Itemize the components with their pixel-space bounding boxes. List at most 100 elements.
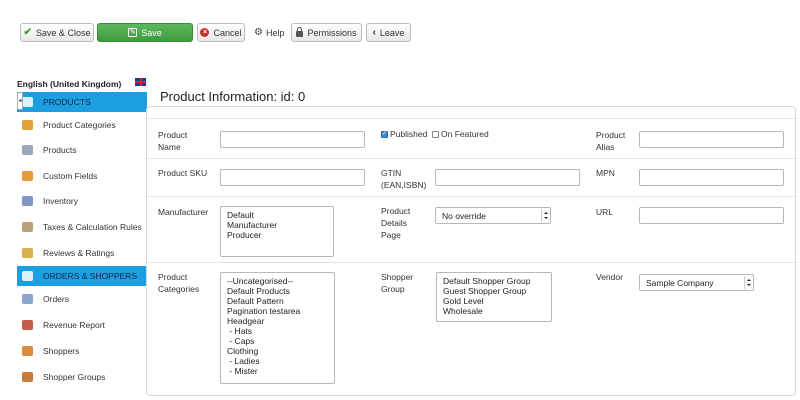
list-item[interactable]: Guest Shopper Group	[443, 286, 545, 296]
shopper-group-listbox[interactable]: Default Shopper Group Guest Shopper Grou…	[436, 272, 552, 322]
sidebar-item-products-list[interactable]: Products	[17, 140, 147, 160]
sidebar-item-inventory[interactable]: Inventory	[17, 191, 147, 211]
sidebar-item-label: Inventory	[43, 196, 78, 206]
sidebar-item-products[interactable]: PRODUCTS	[17, 92, 147, 112]
list-item[interactable]: - Ladies	[227, 356, 328, 366]
orders-shoppers-icon	[22, 271, 33, 281]
on-featured-checkbox[interactable]: On Featured	[432, 129, 489, 139]
product-details-page-select[interactable]: No override	[435, 207, 551, 224]
orders-icon	[22, 294, 33, 304]
product-categories-label: Product Categories	[158, 272, 200, 294]
chart-icon	[22, 320, 33, 330]
list-item[interactable]: Clothing	[227, 346, 328, 356]
products-icon	[22, 97, 33, 107]
cancel-icon: ×	[200, 28, 210, 37]
sidebar-item-custom-fields[interactable]: Custom Fields	[17, 166, 147, 186]
sidebar-item-shopper-groups[interactable]: Shopper Groups	[17, 367, 147, 387]
manufacturer-listbox[interactable]: Default Manufacturer Producer	[220, 206, 334, 257]
save-label: Save	[141, 27, 162, 38]
product-alias-input[interactable]	[639, 131, 784, 148]
divider	[147, 158, 795, 159]
shopper-groups-icon	[22, 372, 33, 382]
published-checkbox[interactable]: ✓ Published	[381, 129, 427, 139]
on-featured-check-icon	[432, 130, 439, 138]
chevron-updown-icon	[541, 209, 549, 222]
list-item[interactable]: Default Products	[227, 286, 328, 296]
list-item[interactable]: --Uncategorised--	[227, 276, 328, 286]
sidebar-item-shoppers[interactable]: Shoppers	[17, 341, 147, 361]
list-item[interactable]: Default Pattern	[227, 296, 328, 306]
reviews-icon	[22, 248, 33, 258]
product-name-input[interactable]	[220, 131, 365, 148]
list-item[interactable]: Default Shopper Group	[443, 276, 545, 286]
divider	[147, 196, 795, 197]
sidebar-item-label: Reviews & Ratings	[43, 248, 115, 258]
sidebar-item-label: Product Categories	[43, 120, 116, 130]
cancel-button[interactable]: × Cancel	[197, 23, 245, 42]
divider	[147, 262, 795, 263]
sidebar-item-label: ORDERS & SHOPPERS	[43, 271, 137, 281]
sidebar-item-label: Revenue Report	[43, 320, 105, 330]
permissions-label: Permissions	[307, 27, 357, 38]
permissions-button[interactable]: Permissions	[291, 23, 362, 42]
list-item[interactable]: Wholesale	[443, 306, 545, 316]
chevron-updown-icon	[744, 276, 752, 289]
sidebar-item-label: Products	[43, 145, 77, 155]
list-item[interactable]: Headgear	[227, 316, 328, 326]
leave-button[interactable]: ‹ Leave	[366, 23, 411, 42]
help-button[interactable]: ⚙ Help	[254, 23, 284, 42]
shopper-group-label: Shopper Group	[381, 272, 414, 294]
uk-flag-icon[interactable]	[135, 78, 146, 86]
lock-icon	[296, 27, 304, 37]
gtin-input[interactable]	[435, 169, 580, 186]
list-item[interactable]: - Caps	[227, 336, 328, 346]
folder-icon	[22, 120, 33, 130]
check-icon: ✔	[23, 27, 32, 38]
leave-label: Leave	[379, 27, 405, 38]
published-check-icon: ✓	[381, 130, 388, 138]
sidebar-item-orders-shoppers[interactable]: ORDERS & SHOPPERS	[17, 266, 147, 286]
list-item[interactable]: - Mister	[227, 366, 328, 376]
save-close-button[interactable]: ✔ Save & Close	[20, 23, 94, 42]
mpn-label: MPN	[596, 168, 615, 178]
sidebar-item-taxes[interactable]: Taxes & Calculation Rules	[17, 217, 147, 237]
select-value: Sample Company	[646, 277, 714, 288]
product-name-label: Product Name	[158, 130, 188, 152]
product-categories-listbox[interactable]: --Uncategorised-- Default Products Defau…	[220, 272, 335, 384]
sidebar-item-label: Custom Fields	[43, 171, 98, 181]
sidebar-item-orders[interactable]: Orders	[17, 289, 147, 309]
save-button[interactable]: ✎ Save	[97, 23, 193, 42]
product-sku-input[interactable]	[220, 169, 365, 186]
product-alias-label: Product Alias	[596, 130, 626, 152]
sidebar-collapse-handle[interactable]: ◂	[17, 92, 23, 110]
list-item[interactable]: Producer	[227, 230, 327, 240]
inventory-icon	[22, 196, 33, 206]
chevron-left-icon: ‹	[372, 27, 376, 38]
shoppers-icon	[22, 346, 33, 356]
manufacturer-label: Manufacturer	[158, 207, 209, 217]
list-item[interactable]: Manufacturer	[227, 220, 327, 230]
list-item[interactable]: Pagination testarea	[227, 306, 328, 316]
sidebar-item-product-categories[interactable]: Product Categories	[17, 115, 147, 135]
list-item[interactable]: Gold Level	[443, 296, 545, 306]
vendor-select[interactable]: Sample Company	[639, 274, 754, 291]
sidebar-item-revenue-report[interactable]: Revenue Report	[17, 315, 147, 335]
cancel-label: Cancel	[213, 27, 242, 38]
mpn-input[interactable]	[639, 169, 784, 186]
custom-fields-icon	[22, 171, 33, 181]
url-label: URL	[596, 207, 614, 217]
sidebar-item-label: Taxes & Calculation Rules	[43, 222, 142, 232]
calculator-icon	[22, 222, 33, 232]
sidebar-item-label: Shoppers	[43, 346, 80, 356]
sidebar-item-label: PRODUCTS	[43, 97, 91, 107]
gear-icon: ⚙	[254, 27, 263, 38]
product-sku-label: Product SKU	[158, 168, 208, 178]
list-item[interactable]: - Hats	[227, 326, 328, 336]
sidebar-item-label: Orders	[43, 294, 69, 304]
divider	[147, 118, 795, 119]
vendor-label: Vendor	[596, 272, 623, 282]
url-input[interactable]	[639, 207, 784, 224]
edit-icon: ✎	[128, 28, 138, 37]
sidebar-item-reviews[interactable]: Reviews & Ratings	[17, 243, 147, 263]
list-item[interactable]: Default	[227, 210, 327, 220]
